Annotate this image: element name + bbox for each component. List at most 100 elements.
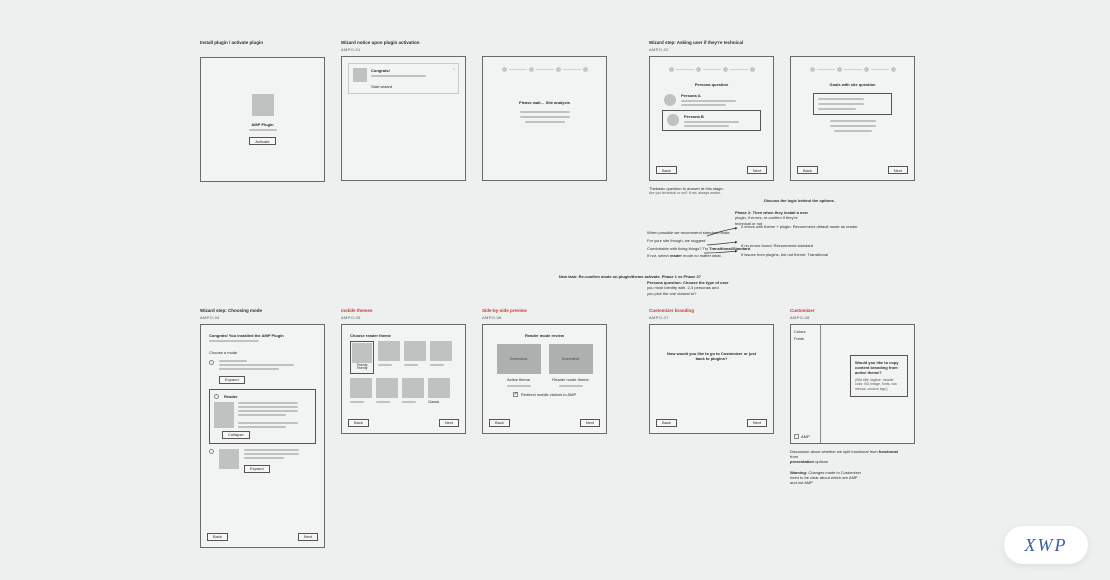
note-arrowC: If issues from plugins, but not theme: T… <box>741 252 871 257</box>
next-button[interactable]: Next <box>747 166 767 174</box>
back-button[interactable]: Back <box>797 166 818 174</box>
theme-tile[interactable] <box>350 378 372 398</box>
avatar <box>667 114 679 126</box>
stepper <box>656 67 767 72</box>
theme-tile-classic[interactable] <box>428 378 450 398</box>
customizer-canvas: Would you like to copy content branding … <box>821 325 914 443</box>
placeholder-line <box>684 125 729 127</box>
persona-a-option[interactable]: Persona A <box>656 93 767 106</box>
redirect-label: Redirect mobile visitors to AMP <box>521 392 576 397</box>
placeholder-line <box>219 364 294 366</box>
mode-option[interactable]: Expand <box>209 449 316 473</box>
stepper <box>797 67 908 72</box>
placeholder-line <box>219 360 247 362</box>
persona-a-label: Persona A <box>681 93 759 98</box>
next-button[interactable]: Next <box>580 419 600 427</box>
title-branding: Customizer branding <box>649 308 774 313</box>
placeholder-line <box>209 340 259 342</box>
placeholder-line <box>404 364 418 366</box>
frame-themes: Choose reader theme Twenty Twenty <box>341 324 466 434</box>
radio-icon <box>209 449 214 454</box>
back-button[interactable]: Back <box>207 533 228 541</box>
placeholder-line <box>219 368 279 370</box>
xwp-logo: XWP <box>1004 526 1088 564</box>
next-button[interactable]: Next <box>888 166 908 174</box>
back-button[interactable]: Back <box>656 166 677 174</box>
theme-tile[interactable] <box>402 378 424 398</box>
branding-question: Now would you like to go to Customizer o… <box>664 351 759 361</box>
sub-ampo04: AMPO-04 <box>200 315 325 320</box>
frame-site-analysis: Please wait… Site analysis <box>482 56 607 181</box>
note-basic-q2: Are you technical or not? If not, always… <box>649 191 915 196</box>
collapse-button[interactable]: Collapse <box>222 431 250 439</box>
thumb <box>214 402 234 428</box>
placeholder-line <box>681 100 736 102</box>
title-mode: Wizard step: Choosing mode <box>200 308 325 313</box>
frame-persona: Persona question Persona A <box>649 56 774 181</box>
close-icon[interactable]: × <box>453 66 455 71</box>
start-wizard-link[interactable]: Start wizard <box>371 84 454 89</box>
title-customizer: Customizer <box>790 308 915 313</box>
plugin-label: AMP Plugin <box>251 122 273 127</box>
expand-button[interactable]: Expand <box>244 465 270 473</box>
thumb <box>219 449 239 469</box>
congrats-icon <box>353 68 367 82</box>
note-logic: Discuss the logic behind the options. <box>764 198 835 203</box>
screenshot-reader: Screenshot <box>549 344 593 374</box>
note-personaQ: Persona question: Choose the type of use… <box>647 280 757 296</box>
theme-label: Twenty Twenty <box>352 363 372 373</box>
note-arrowB: If no errors found: Recommend standard <box>741 243 861 248</box>
placeholder-line <box>818 98 864 100</box>
mid-task-note: New task: Re-confirm mode on plugin/them… <box>300 274 960 279</box>
persona-b-option[interactable]: Persona B <box>662 110 761 131</box>
theme-tile[interactable] <box>430 341 452 361</box>
customizer-prompt: Would you like to copy content branding … <box>850 355 908 397</box>
placeholder-line <box>830 120 876 122</box>
sidebar-item-colors[interactable]: Colors <box>794 329 817 334</box>
mode-option[interactable]: Expand <box>209 360 316 384</box>
mode-heading: Congrats! You installed the AMP Plugin <box>209 333 316 338</box>
sub-ampo08: AMPO-08 <box>790 315 915 320</box>
title-wizard-notice: Wizard notice upon plugin activation <box>341 40 607 45</box>
title-preview: Side-by-side preview <box>482 308 607 313</box>
title-mobile-themes: mobile themes <box>341 308 466 313</box>
theme-tile[interactable] <box>378 341 400 361</box>
note-arrowA: 0 errors with theme + plugin: Recommend … <box>741 224 861 229</box>
note-warning: Warning: Warning: Changes made in Custom… <box>790 470 890 486</box>
placeholder-line <box>244 457 284 459</box>
frame-install: AMP Plugin Activate <box>200 57 325 182</box>
expand-button[interactable]: Expand <box>219 376 245 384</box>
back-button[interactable]: Back <box>348 419 369 427</box>
checkbox-icon <box>794 434 799 439</box>
frame-congrats: Congrats! Start wizard × <box>341 56 466 181</box>
placeholder-line <box>520 111 570 113</box>
placeholder-line <box>834 130 872 132</box>
classic-label: Classic <box>428 400 450 404</box>
goals-option-selected[interactable] <box>813 93 892 115</box>
redirect-checkbox-row[interactable]: Redirect mobile visitors to AMP <box>491 392 598 397</box>
radio-icon <box>209 360 214 365</box>
active-theme-label: Active theme <box>507 377 530 382</box>
next-button[interactable]: Next <box>747 419 767 427</box>
back-button[interactable]: Back <box>656 419 677 427</box>
avatar <box>664 94 676 106</box>
frame-goals: Goals with site question Back <box>790 56 915 181</box>
placeholder-line <box>559 385 583 387</box>
persona-b-label: Persona B <box>684 114 756 119</box>
activate-button[interactable]: Activate <box>249 137 275 145</box>
goals-option[interactable] <box>797 120 908 132</box>
theme-tile[interactable] <box>376 378 398 398</box>
back-button[interactable]: Back <box>489 419 510 427</box>
reader-label: Reader <box>224 394 238 399</box>
theme-tile-selected[interactable]: Twenty Twenty <box>350 341 374 375</box>
placeholder-line <box>378 364 392 366</box>
next-button[interactable]: Next <box>298 533 318 541</box>
thumb <box>352 343 372 363</box>
amp-tag: AMP <box>794 434 817 439</box>
next-button[interactable]: Next <box>439 419 459 427</box>
title-technical: Wizard step: Asking user if they're tech… <box>649 40 915 45</box>
plugin-icon <box>252 94 274 116</box>
theme-tile[interactable] <box>404 341 426 361</box>
mode-option-reader[interactable]: Reader <box>209 389 316 444</box>
placeholder-line <box>244 453 299 455</box>
